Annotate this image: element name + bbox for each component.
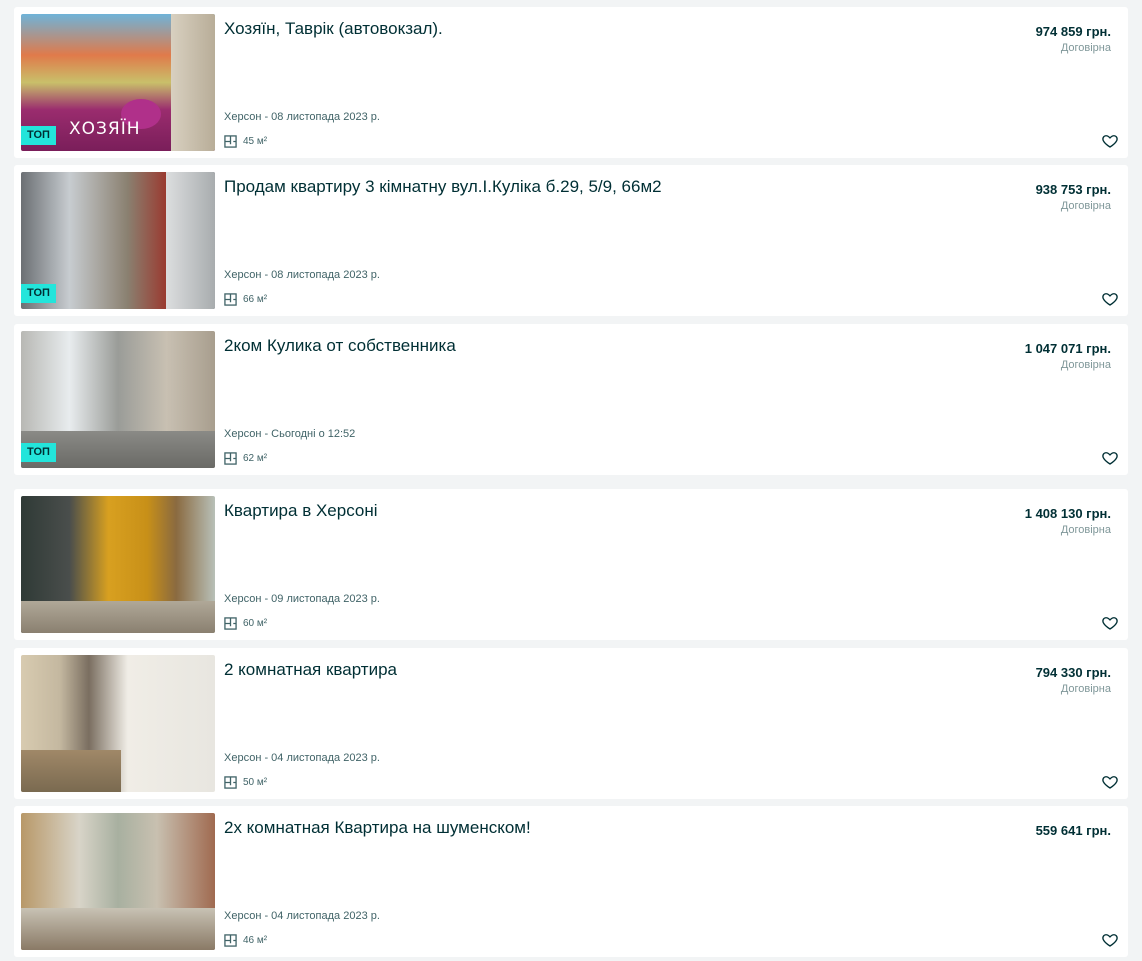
top-badge: ТОП	[21, 126, 56, 145]
listing-area: 50 м²	[224, 776, 267, 789]
listing-price: 1 408 130 грн.	[1024, 506, 1111, 521]
price-negotiable-label: Договірна	[1060, 359, 1111, 371]
listing-location-date: Херсон - Сьогодні о 12:52	[224, 428, 356, 440]
listing-title[interactable]: 2ком Кулика от собственника	[224, 336, 456, 356]
price-negotiable-label: Договірна	[1060, 200, 1111, 212]
listing-location-date: Херсон - 08 листопада 2023 р.	[224, 269, 380, 281]
listing-area-value: 50 м²	[243, 777, 268, 788]
heart-outline-icon[interactable]	[1101, 290, 1119, 308]
listing-card[interactable]: ТОП Продам квартиру 3 кімнатну вул.І.Кул…	[14, 165, 1128, 316]
heart-outline-icon[interactable]	[1101, 449, 1119, 467]
heart-outline-icon[interactable]	[1101, 773, 1119, 791]
photo-watermark-text: ХОЗЯЇН	[69, 119, 141, 139]
floor-plan-icon	[224, 135, 237, 148]
listing-price: 794 330 грн.	[1035, 665, 1111, 680]
heart-outline-icon[interactable]	[1101, 614, 1119, 632]
listing-area-value: 60 м²	[243, 618, 268, 629]
listing-area: 60 м²	[224, 617, 267, 630]
listing-area: 46 м²	[224, 934, 267, 947]
listing-area-value: 45 м²	[243, 136, 268, 147]
price-negotiable-label: Договірна	[1060, 524, 1111, 536]
listing-price: 938 753 грн.	[1035, 182, 1111, 197]
listing-area: 62 м²	[224, 452, 267, 465]
listing-location-date: Херсон - 08 листопада 2023 р.	[224, 111, 380, 123]
listing-card[interactable]: ХОЗЯЇН ТОП Хозяїн, Таврік (автовокзал). …	[14, 7, 1128, 158]
listing-photo[interactable]: ХОЗЯЇН ТОП	[21, 14, 215, 151]
listing-location-date: Херсон - 09 листопада 2023 р.	[224, 593, 380, 605]
listing-card[interactable]: 2х комнатная Квартира на шуменском! Херс…	[14, 806, 1128, 957]
listing-photo[interactable]: ТОП	[21, 172, 215, 309]
top-badge: ТОП	[21, 284, 56, 303]
price-negotiable-label: Договірна	[1060, 42, 1111, 54]
listing-title[interactable]: 2х комнатная Квартира на шуменском!	[224, 818, 531, 838]
listing-title[interactable]: Хозяїн, Таврік (автовокзал).	[224, 19, 443, 39]
listing-photo[interactable]	[21, 813, 215, 950]
listing-location-date: Херсон - 04 листопада 2023 р.	[224, 910, 380, 922]
price-negotiable-label: Договірна	[1060, 683, 1111, 695]
listing-card[interactable]: Квартира в Херсоні Херсон - 09 листопада…	[14, 489, 1128, 640]
floor-plan-icon	[224, 293, 237, 306]
listing-area-value: 46 м²	[243, 935, 268, 946]
heart-outline-icon[interactable]	[1101, 132, 1119, 150]
listing-area: 45 м²	[224, 135, 267, 148]
listing-price: 1 047 071 грн.	[1024, 341, 1111, 356]
floor-plan-icon	[224, 452, 237, 465]
listing-price: 974 859 грн.	[1035, 24, 1111, 39]
listing-location-date: Херсон - 04 листопада 2023 р.	[224, 752, 380, 764]
floor-plan-icon	[224, 617, 237, 630]
listing-photo[interactable]	[21, 655, 215, 792]
listing-area-value: 66 м²	[243, 294, 268, 305]
listing-area: 66 м²	[224, 293, 267, 306]
listing-title[interactable]: Квартира в Херсоні	[224, 501, 378, 521]
listing-card[interactable]: 2 комнатная квартира Херсон - 04 листопа…	[14, 648, 1128, 799]
listing-card[interactable]: ТОП 2ком Кулика от собственника Херсон -…	[14, 324, 1128, 475]
listing-photo[interactable]	[21, 496, 215, 633]
floor-plan-icon	[224, 776, 237, 789]
heart-outline-icon[interactable]	[1101, 931, 1119, 949]
floor-plan-icon	[224, 934, 237, 947]
listing-area-value: 62 м²	[243, 453, 268, 464]
listing-price: 559 641 грн.	[1035, 823, 1111, 838]
top-badge: ТОП	[21, 443, 56, 462]
listing-photo[interactable]: ТОП	[21, 331, 215, 468]
listing-title[interactable]: 2 комнатная квартира	[224, 660, 397, 680]
listing-title[interactable]: Продам квартиру 3 кімнатну вул.І.Куліка …	[224, 177, 662, 197]
